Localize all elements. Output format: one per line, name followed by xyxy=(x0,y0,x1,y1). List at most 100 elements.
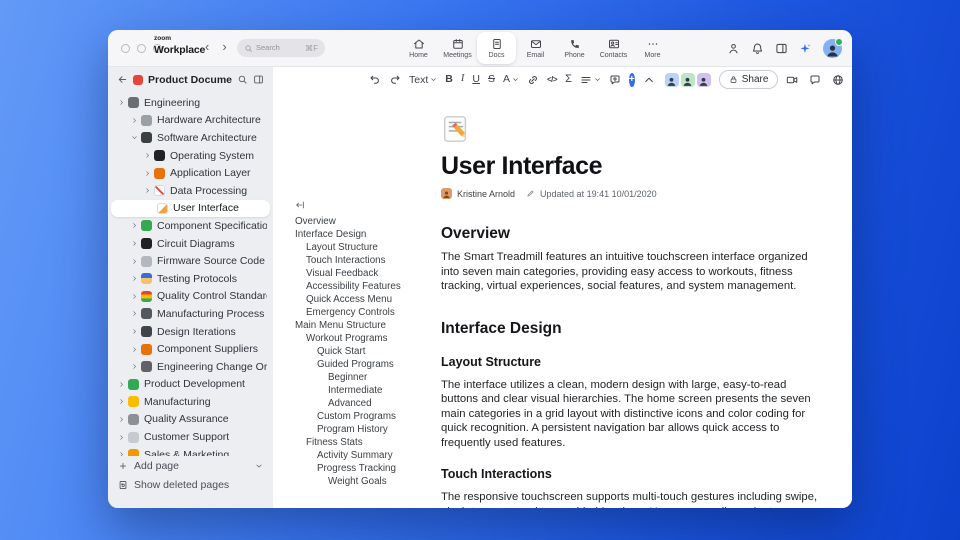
chevron-right-icon[interactable] xyxy=(129,310,140,317)
strikethrough-button[interactable]: S xyxy=(488,74,495,85)
chevron-right-icon[interactable] xyxy=(116,381,127,388)
code-block-button[interactable]: </> xyxy=(547,75,558,84)
chevron-right-icon[interactable] xyxy=(116,99,127,106)
add-block-button[interactable]: + xyxy=(628,72,635,87)
tab-meetings[interactable]: Meetings xyxy=(438,30,477,66)
chevron-right-icon[interactable] xyxy=(129,346,140,353)
toc-item-emergency-controls[interactable]: Emergency Controls xyxy=(295,306,425,319)
toc-item-program-history[interactable]: Program History xyxy=(295,423,425,436)
chevron-right-icon[interactable] xyxy=(142,170,153,177)
toc-item-activity-summary[interactable]: Activity Summary xyxy=(295,449,425,462)
bold-button[interactable]: B xyxy=(445,74,453,85)
toc-item-fitness-stats[interactable]: Fitness Stats xyxy=(295,436,425,449)
sidebar-search-icon[interactable] xyxy=(237,74,248,85)
document-memo-emoji-icon[interactable] xyxy=(441,114,471,144)
search-input[interactable]: Search ⌘F xyxy=(237,39,325,57)
text-color-button[interactable]: A xyxy=(503,74,519,85)
sidebar-item-operating-system[interactable]: Operating System xyxy=(108,147,273,165)
toc-item-progress-tracking[interactable]: Progress Tracking xyxy=(295,462,425,475)
close-window-button[interactable] xyxy=(121,44,130,53)
tab-more[interactable]: More xyxy=(633,30,672,66)
tab-contacts[interactable]: Contacts xyxy=(594,30,633,66)
text-style-button[interactable]: Text xyxy=(409,74,437,86)
sidebar-item-design-iterations[interactable]: Design Iterations xyxy=(108,323,273,341)
chevron-right-icon[interactable] xyxy=(129,293,140,300)
alignment-button[interactable] xyxy=(580,74,601,86)
document-title[interactable]: User Interface xyxy=(441,152,821,181)
redo-button[interactable] xyxy=(389,74,401,86)
tab-email[interactable]: Email xyxy=(516,30,555,66)
undo-button[interactable] xyxy=(369,74,381,86)
sidebar-item-manufacturing-process[interactable]: Manufacturing Process xyxy=(108,305,273,323)
chevron-right-icon[interactable] xyxy=(129,328,140,335)
notifications-button[interactable] xyxy=(751,42,764,55)
italic-button[interactable]: I xyxy=(461,74,465,85)
language-button[interactable] xyxy=(832,74,844,86)
chevron-right-icon[interactable] xyxy=(142,152,153,159)
sidebar-item-testing-protocols[interactable]: Testing Protocols xyxy=(108,270,273,288)
start-video-button[interactable] xyxy=(786,74,798,86)
tab-home[interactable]: Home xyxy=(399,30,438,66)
sidebar-item-data-processing[interactable]: Data Processing xyxy=(108,182,273,200)
toc-item-visual-feedback[interactable]: Visual Feedback xyxy=(295,267,425,280)
collapse-toolbar-button[interactable] xyxy=(643,74,655,86)
sidebar-item-user-interface[interactable]: User Interface xyxy=(111,199,270,218)
toc-item-advanced[interactable]: Advanced xyxy=(295,397,425,410)
profile-button[interactable] xyxy=(727,42,740,55)
chevron-right-icon[interactable] xyxy=(129,275,140,282)
collaborator-avatars[interactable] xyxy=(664,72,711,87)
collapse-sidebar-icon[interactable] xyxy=(253,74,264,85)
minimize-window-button[interactable] xyxy=(137,44,146,53)
chevron-right-icon[interactable] xyxy=(129,363,140,370)
insert-link-button[interactable] xyxy=(527,74,539,86)
chevron-right-icon[interactable] xyxy=(129,117,140,124)
collapse-outline-button[interactable] xyxy=(295,200,425,210)
sidebar-item-component-suppliers[interactable]: Component Suppliers xyxy=(108,340,273,358)
equation-button[interactable]: Σ xyxy=(565,74,572,85)
toc-item-workout-programs[interactable]: Workout Programs xyxy=(295,332,425,345)
comment-button[interactable] xyxy=(609,74,621,86)
toc-item-quick-access-menu[interactable]: Quick Access Menu xyxy=(295,293,425,306)
toc-item-accessibility-features[interactable]: Accessibility Features xyxy=(295,280,425,293)
toc-item-intermediate[interactable]: Intermediate xyxy=(295,384,425,397)
toc-item-weight-goals[interactable]: Weight Goals xyxy=(295,475,425,488)
chevron-right-icon[interactable] xyxy=(142,187,153,194)
sidebar-item-engineering[interactable]: Engineering xyxy=(108,94,273,112)
underline-button[interactable]: U xyxy=(472,74,480,85)
add-page-button[interactable]: + Add page xyxy=(108,456,273,475)
sidebar-item-hardware-architecture[interactable]: Hardware Architecture xyxy=(108,112,273,130)
toc-item-guided-programs[interactable]: Guided Programs xyxy=(295,358,425,371)
document-canvas[interactable]: Overview Interface Design Layout Structure… xyxy=(273,92,852,508)
sidebar-item-software-architecture[interactable]: Software Architecture xyxy=(108,129,273,147)
sidebar-item-engineering-change-orders[interactable]: Engineering Change Orders xyxy=(108,358,273,376)
chevron-right-icon[interactable] xyxy=(129,240,140,247)
tab-docs[interactable]: Docs xyxy=(477,32,516,64)
toc-item-quick-start[interactable]: Quick Start xyxy=(295,345,425,358)
toc-item-interface-design[interactable]: Interface Design xyxy=(295,228,425,241)
chevron-right-icon[interactable] xyxy=(116,416,127,423)
back-arrow-icon[interactable] xyxy=(117,74,128,85)
tab-phone[interactable]: Phone xyxy=(555,30,594,66)
chevron-down-icon[interactable] xyxy=(255,462,263,470)
toc-item-beginner[interactable]: Beginner xyxy=(295,371,425,384)
ai-companion-button[interactable] xyxy=(799,42,812,55)
workspace-title[interactable]: Product Documenta... xyxy=(148,74,232,86)
side-panel-button[interactable] xyxy=(775,42,788,55)
toc-item-layout-structure[interactable]: Layout Structure xyxy=(295,241,425,254)
sidebar-item-quality-assurance[interactable]: Quality Assurance xyxy=(108,411,273,429)
chevron-right-icon[interactable] xyxy=(116,434,127,441)
toc-item-custom-programs[interactable]: Custom Programs xyxy=(295,410,425,423)
sidebar-item-product-development[interactable]: Product Development xyxy=(108,376,273,394)
toc-item-overview[interactable]: Overview xyxy=(295,215,425,228)
toc-item-touch-interactions[interactable]: Touch Interactions xyxy=(295,254,425,267)
chevron-right-icon[interactable] xyxy=(129,222,140,229)
back-button[interactable]: ‹ xyxy=(205,38,209,56)
sidebar-item-component-specifications[interactable]: Component Specifications xyxy=(108,217,273,235)
sidebar-item-sales-marketing[interactable]: Sales & Marketing xyxy=(108,446,273,456)
chevron-right-icon[interactable] xyxy=(129,258,140,265)
open-chat-button[interactable] xyxy=(809,74,821,86)
sidebar-item-customer-support[interactable]: Customer Support xyxy=(108,428,273,446)
sidebar-item-firmware-source-code[interactable]: Firmware Source Code xyxy=(108,252,273,270)
forward-button[interactable]: › xyxy=(222,38,226,56)
sidebar-item-manufacturing[interactable]: Manufacturing xyxy=(108,393,273,411)
